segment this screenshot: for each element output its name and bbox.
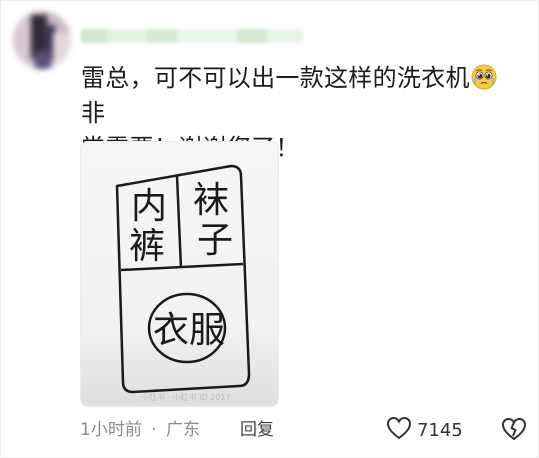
heart-outline-icon[interactable] xyxy=(386,416,412,445)
comment-location: 广东 xyxy=(166,420,201,440)
avatar[interactable] xyxy=(13,11,71,69)
pleading-face-icon xyxy=(471,64,497,90)
label-neiku-2: 裤 xyxy=(129,226,165,267)
label-neiku-1: 内 xyxy=(131,186,167,227)
comment-time: 1小时前 xyxy=(80,420,142,440)
comment-line1: 雷总，可不可以出一款这样的洗衣机 xyxy=(81,64,470,92)
dislike-button[interactable] xyxy=(500,416,528,444)
like-button[interactable]: 7145 xyxy=(386,416,463,444)
label-wazi-2: 子 xyxy=(197,220,233,261)
reply-button[interactable]: 回复 xyxy=(240,418,274,442)
attachment-image[interactable]: 内 裤 袜 子 衣服 小红书 · 小红书 ID 2017 xyxy=(80,141,279,407)
like-count: 7145 xyxy=(417,419,463,441)
comment-meta: 1小时前 · 广东 xyxy=(80,418,200,442)
broken-heart-icon[interactable] xyxy=(500,417,528,446)
username-blurred[interactable] xyxy=(81,29,303,43)
comment-card: 雷总，可不可以出一款这样的洗衣机 非常需要！谢谢您了！ xyxy=(0,0,539,458)
image-watermark: 小红书 · 小红书 ID 2017 xyxy=(141,393,231,402)
comment-line1-suffix: 非 xyxy=(81,99,106,127)
label-wazi-1: 袜 xyxy=(193,180,229,221)
label-yifu: 衣服 xyxy=(153,310,225,351)
meta-dot: · xyxy=(151,420,157,440)
